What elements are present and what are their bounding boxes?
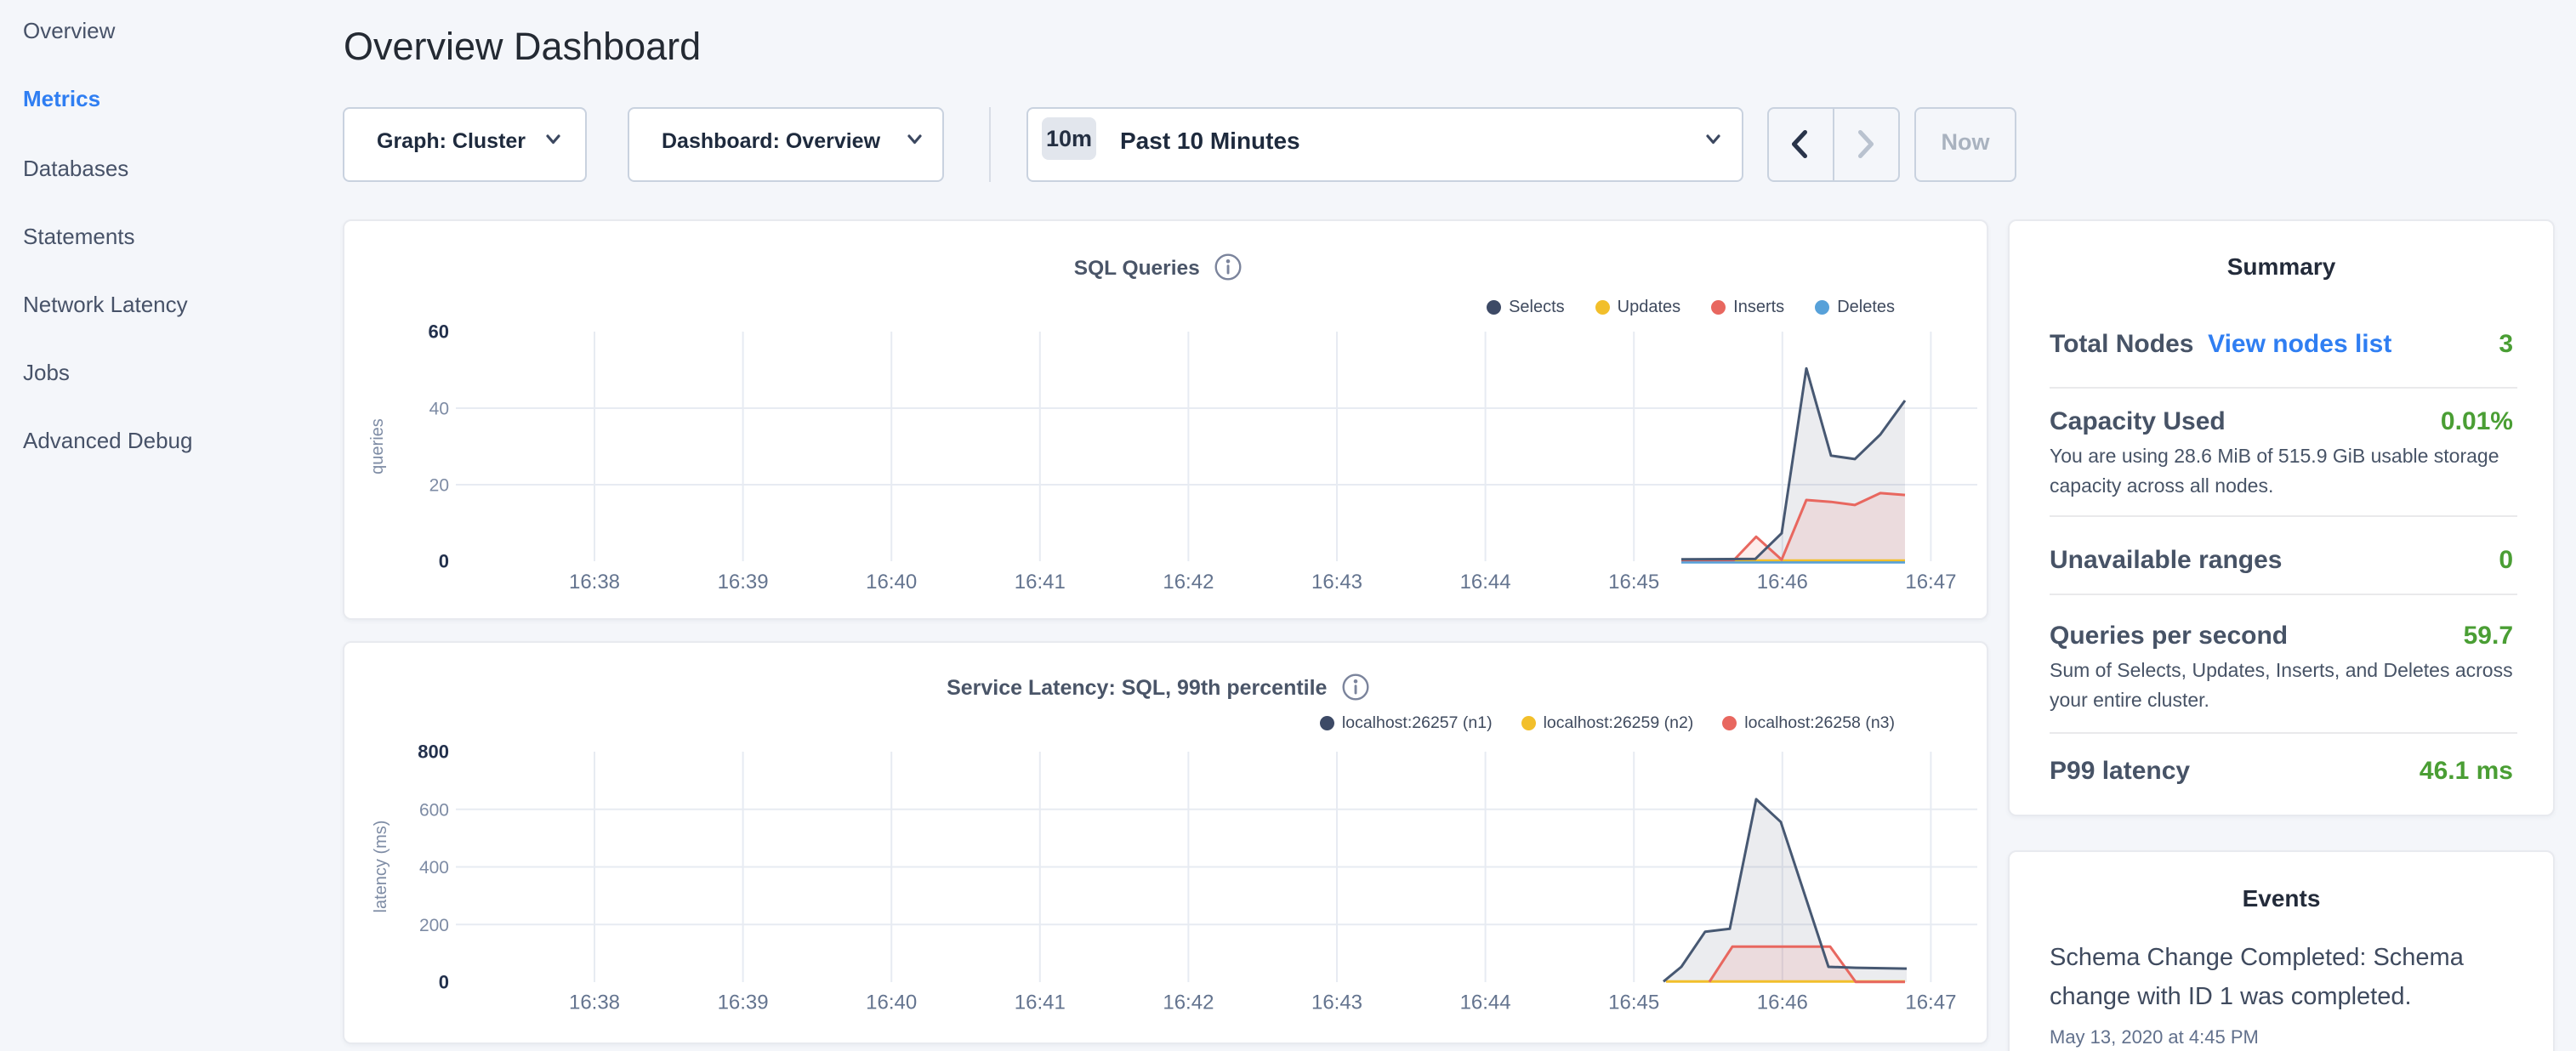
svg-text:16:44: 16:44 <box>1460 571 1511 594</box>
svg-text:600: 600 <box>419 800 449 820</box>
svg-text:800: 800 <box>418 741 449 763</box>
svg-text:60: 60 <box>429 321 449 343</box>
svg-text:16:45: 16:45 <box>1608 991 1659 1014</box>
svg-text:latency (ms): latency (ms) <box>372 821 390 913</box>
svg-text:16:38: 16:38 <box>569 991 620 1014</box>
svg-text:16:44: 16:44 <box>1460 991 1511 1014</box>
svg-text:16:43: 16:43 <box>1311 991 1362 1014</box>
svg-text:20: 20 <box>429 476 449 496</box>
svg-text:16:47: 16:47 <box>1905 991 1956 1014</box>
svg-text:200: 200 <box>419 916 449 935</box>
svg-text:16:45: 16:45 <box>1608 571 1659 594</box>
svg-text:16:47: 16:47 <box>1905 571 1956 594</box>
svg-text:16:40: 16:40 <box>866 991 917 1014</box>
svg-text:0: 0 <box>439 972 449 993</box>
svg-text:400: 400 <box>419 858 449 878</box>
svg-text:16:39: 16:39 <box>718 571 769 594</box>
svg-text:16:41: 16:41 <box>1015 571 1066 594</box>
svg-text:40: 40 <box>429 400 449 419</box>
svg-text:16:38: 16:38 <box>569 571 620 594</box>
svg-text:16:39: 16:39 <box>718 991 769 1014</box>
svg-text:16:46: 16:46 <box>1757 991 1808 1014</box>
svg-text:0: 0 <box>439 551 449 572</box>
svg-text:16:46: 16:46 <box>1757 571 1808 594</box>
svg-text:16:42: 16:42 <box>1163 571 1214 594</box>
svg-text:16:43: 16:43 <box>1311 571 1362 594</box>
svg-text:queries: queries <box>368 418 387 474</box>
svg-text:16:42: 16:42 <box>1163 991 1214 1014</box>
svg-text:16:41: 16:41 <box>1015 991 1066 1014</box>
svg-text:16:40: 16:40 <box>866 571 917 594</box>
